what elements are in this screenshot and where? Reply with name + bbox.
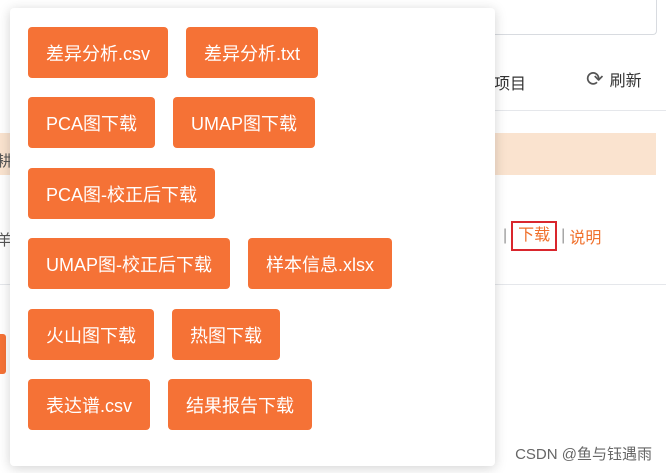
diff-analysis-csv-button[interactable]: 差异分析.csv <box>28 27 169 78</box>
volcano-download-button[interactable]: 火山图下载 <box>28 309 154 360</box>
button-row: 差异分析.csv 差异分析.txt <box>28 27 319 78</box>
heatmap-download-button[interactable]: 热图下载 <box>172 309 280 360</box>
download-link[interactable]: 下载 <box>511 221 558 251</box>
button-row: PCA图下载 UMAP图下载 <box>28 97 316 148</box>
divider <box>490 110 666 111</box>
umap-download-button[interactable]: UMAP图下载 <box>173 97 316 148</box>
button-row: PCA图-校正后下载 <box>28 168 216 219</box>
button-row: 表达谱.csv 结果报告下载 <box>28 379 313 430</box>
button-row: UMAP图-校正后下载 样本信息.xlsx <box>28 238 392 289</box>
refresh-icon: ⟳ <box>586 67 604 91</box>
explain-link[interactable]: 说明 <box>569 224 601 248</box>
diff-analysis-txt-button[interactable]: 差异分析.txt <box>186 27 319 78</box>
umap-corrected-download-button[interactable]: UMAP图-校正后下载 <box>28 238 230 289</box>
project-menu-item[interactable]: 项目 <box>494 70 526 94</box>
pca-corrected-download-button[interactable]: PCA图-校正后下载 <box>28 168 216 219</box>
refresh-label: 刷新 <box>609 73 642 90</box>
sample-info-xlsx-button[interactable]: 样本信息.xlsx <box>248 238 392 289</box>
link-separator: | <box>561 227 566 244</box>
download-popover: 差异分析.csv 差异分析.txt PCA图下载 UMAP图下载 PCA图-校正… <box>10 8 495 466</box>
top-input-field[interactable] <box>470 0 657 35</box>
button-row: 火山图下载 热图下载 <box>28 309 280 360</box>
partial-button[interactable] <box>0 334 6 374</box>
link-separator: | <box>503 227 508 244</box>
report-download-button[interactable]: 结果报告下载 <box>168 379 313 430</box>
refresh-button[interactable]: ⟳ 刷新 <box>586 67 642 91</box>
pca-download-button[interactable]: PCA图下载 <box>28 97 156 148</box>
watermark: CSDN @鱼与钰遇雨 <box>515 446 652 463</box>
row-action-links: | 下载 | 说明 <box>499 221 601 251</box>
expression-csv-button[interactable]: 表达谱.csv <box>28 379 151 430</box>
